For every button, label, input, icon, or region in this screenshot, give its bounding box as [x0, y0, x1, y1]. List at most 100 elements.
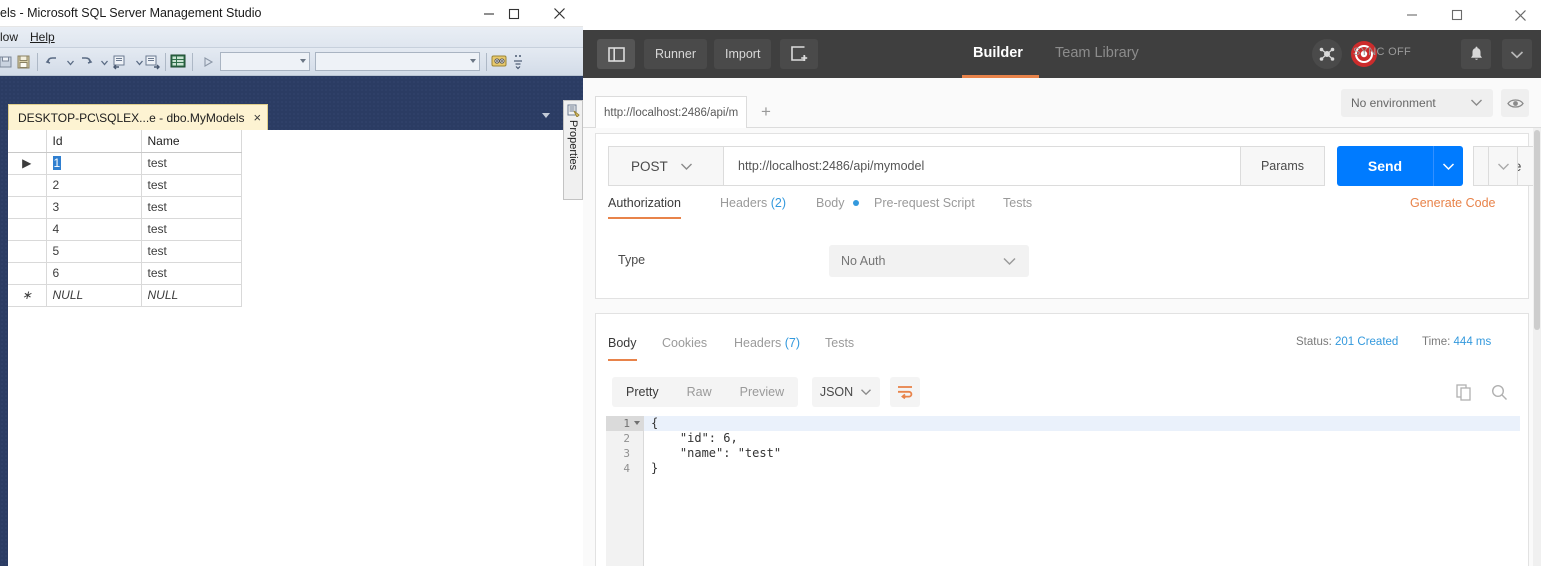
tab-body[interactable]: Body [816, 196, 859, 219]
line-number[interactable]: 2 [606, 431, 643, 446]
table-row[interactable]: 3 test [8, 196, 242, 219]
table-row[interactable]: 6 test [8, 262, 242, 285]
ssms-maximize-button[interactable] [491, 0, 537, 27]
code-line: } [651, 461, 659, 475]
tab-authorization[interactable]: Authorization [608, 196, 681, 219]
properties-tool-tab[interactable]: Properties [563, 100, 583, 200]
line-number[interactable]: 1 [606, 416, 643, 431]
cell-id[interactable]: 4 [46, 218, 142, 241]
line-number[interactable]: 3 [606, 446, 643, 461]
cell-name[interactable]: test [141, 262, 242, 285]
query-object-combo[interactable] [315, 52, 480, 71]
cell-name[interactable]: test [141, 174, 242, 197]
ssms-document-tab[interactable]: DESKTOP-PC\SQLEX...e - dbo.MyModels × [8, 104, 269, 130]
query-scope-combo[interactable] [220, 52, 310, 71]
cell-id[interactable]: 1 [46, 152, 142, 175]
tab-tests[interactable]: Tests [1003, 196, 1032, 219]
close-icon[interactable]: × [254, 111, 262, 124]
notifications-button[interactable] [1461, 39, 1491, 69]
postman-minimize-button[interactable] [1389, 0, 1435, 30]
new-row-marker-icon[interactable]: ∗ [8, 284, 47, 307]
word-wrap-button[interactable] [890, 377, 920, 407]
response-language-select[interactable]: JSON [812, 377, 880, 407]
cell-name[interactable]: test [141, 196, 242, 219]
format-raw-button[interactable]: Raw [673, 377, 726, 407]
cell-name[interactable]: test [141, 152, 242, 175]
response-body-editor[interactable]: 1 2 3 4 { "id": 6, "name": "test" } [606, 416, 1520, 566]
generate-code-link[interactable]: Generate Code [1410, 196, 1495, 210]
query-with-filter-icon[interactable] [143, 52, 163, 72]
cell-id[interactable]: 5 [46, 240, 142, 263]
copy-response-button[interactable] [1451, 377, 1477, 407]
ssms-close-button[interactable] [536, 0, 582, 27]
table-row[interactable]: 5 test [8, 240, 242, 263]
url-input[interactable]: http://localhost:2486/api/mymodel [723, 146, 1241, 186]
cell-id[interactable]: NULL [46, 284, 142, 307]
cell-name[interactable]: test [141, 240, 242, 263]
nav-team-library[interactable]: Team Library [1055, 45, 1139, 61]
run-icon[interactable] [198, 52, 218, 72]
grid-col-header-name[interactable]: Name [141, 130, 242, 153]
table-row[interactable]: 2 test [8, 174, 242, 197]
row-selector[interactable] [8, 174, 47, 197]
environment-quick-look-button[interactable] [1501, 89, 1529, 117]
new-tab-button[interactable] [780, 39, 818, 69]
row-selector[interactable] [8, 240, 47, 263]
postman-maximize-button[interactable] [1434, 0, 1480, 30]
row-selector[interactable] [8, 218, 47, 241]
line-number[interactable]: 4 [606, 461, 643, 476]
editor-content[interactable]: { "id": 6, "name": "test" } [644, 416, 1520, 566]
response-tab-body[interactable]: Body [608, 336, 637, 361]
sort-icon[interactable] [508, 52, 528, 72]
auth-type-select[interactable]: No Auth [829, 245, 1029, 277]
table-row-new[interactable]: ∗ NULL NULL [8, 284, 242, 307]
menu-item-help[interactable]: Help [30, 30, 55, 44]
response-tab-cookies[interactable]: Cookies [662, 336, 707, 361]
import-button[interactable]: Import [714, 39, 772, 69]
http-method-select[interactable]: POST [608, 146, 723, 186]
response-tab-tests[interactable]: Tests [825, 336, 854, 361]
new-query-icon[interactable] [110, 52, 130, 72]
row-selector[interactable] [8, 262, 47, 285]
nav-builder[interactable]: Builder [973, 45, 1023, 61]
chevron-down-icon[interactable] [542, 113, 550, 118]
menu-item-window[interactable]: low [0, 30, 18, 44]
send-options-button[interactable] [1433, 146, 1463, 186]
show-diagram-pane-icon[interactable] [490, 52, 510, 72]
execute-query-icon[interactable] [169, 52, 189, 72]
tab-prerequest-script[interactable]: Pre-request Script [874, 196, 975, 219]
tab-headers[interactable]: Headers (2) [720, 196, 786, 219]
response-tab-headers[interactable]: Headers (7) [734, 336, 800, 361]
row-selector[interactable] [8, 196, 47, 219]
cell-name[interactable]: NULL [141, 284, 242, 307]
save-icon[interactable] [14, 52, 34, 72]
environment-select[interactable]: No environment [1341, 89, 1493, 117]
fold-toggle-icon[interactable] [634, 421, 640, 425]
table-row[interactable]: ▶ 1 test [8, 152, 242, 175]
scratchpad-button[interactable] [1312, 39, 1342, 69]
cell-name[interactable]: test [141, 218, 242, 241]
runner-button[interactable]: Runner [644, 39, 707, 69]
cell-id[interactable]: 2 [46, 174, 142, 197]
cell-id[interactable]: 6 [46, 262, 142, 285]
undo-icon[interactable] [42, 52, 62, 72]
format-pretty-button[interactable]: Pretty [612, 377, 673, 407]
send-button[interactable]: Send [1337, 146, 1433, 186]
add-request-tab-button[interactable]: + [751, 96, 781, 128]
search-response-button[interactable] [1486, 377, 1512, 407]
table-row[interactable]: 4 test [8, 218, 242, 241]
cell-id[interactable]: 3 [46, 196, 142, 219]
format-preview-button[interactable]: Preview [726, 377, 798, 407]
toolbar-more-button[interactable] [1502, 39, 1532, 69]
scrollbar-thumb[interactable] [1534, 130, 1540, 330]
sidebar-toggle-button[interactable] [597, 39, 635, 69]
params-button[interactable]: Params [1241, 146, 1325, 186]
request-tab[interactable]: http://localhost:2486/api/m [595, 96, 747, 128]
save-options-button[interactable] [1488, 146, 1518, 186]
page-scrollbar[interactable] [1533, 128, 1541, 566]
grid-col-header-selector[interactable] [8, 130, 47, 153]
redo-icon[interactable] [76, 52, 96, 72]
grid-col-header-id[interactable]: Id [46, 130, 142, 153]
postman-close-button[interactable] [1497, 0, 1541, 30]
row-selector-icon[interactable]: ▶ [8, 152, 47, 175]
